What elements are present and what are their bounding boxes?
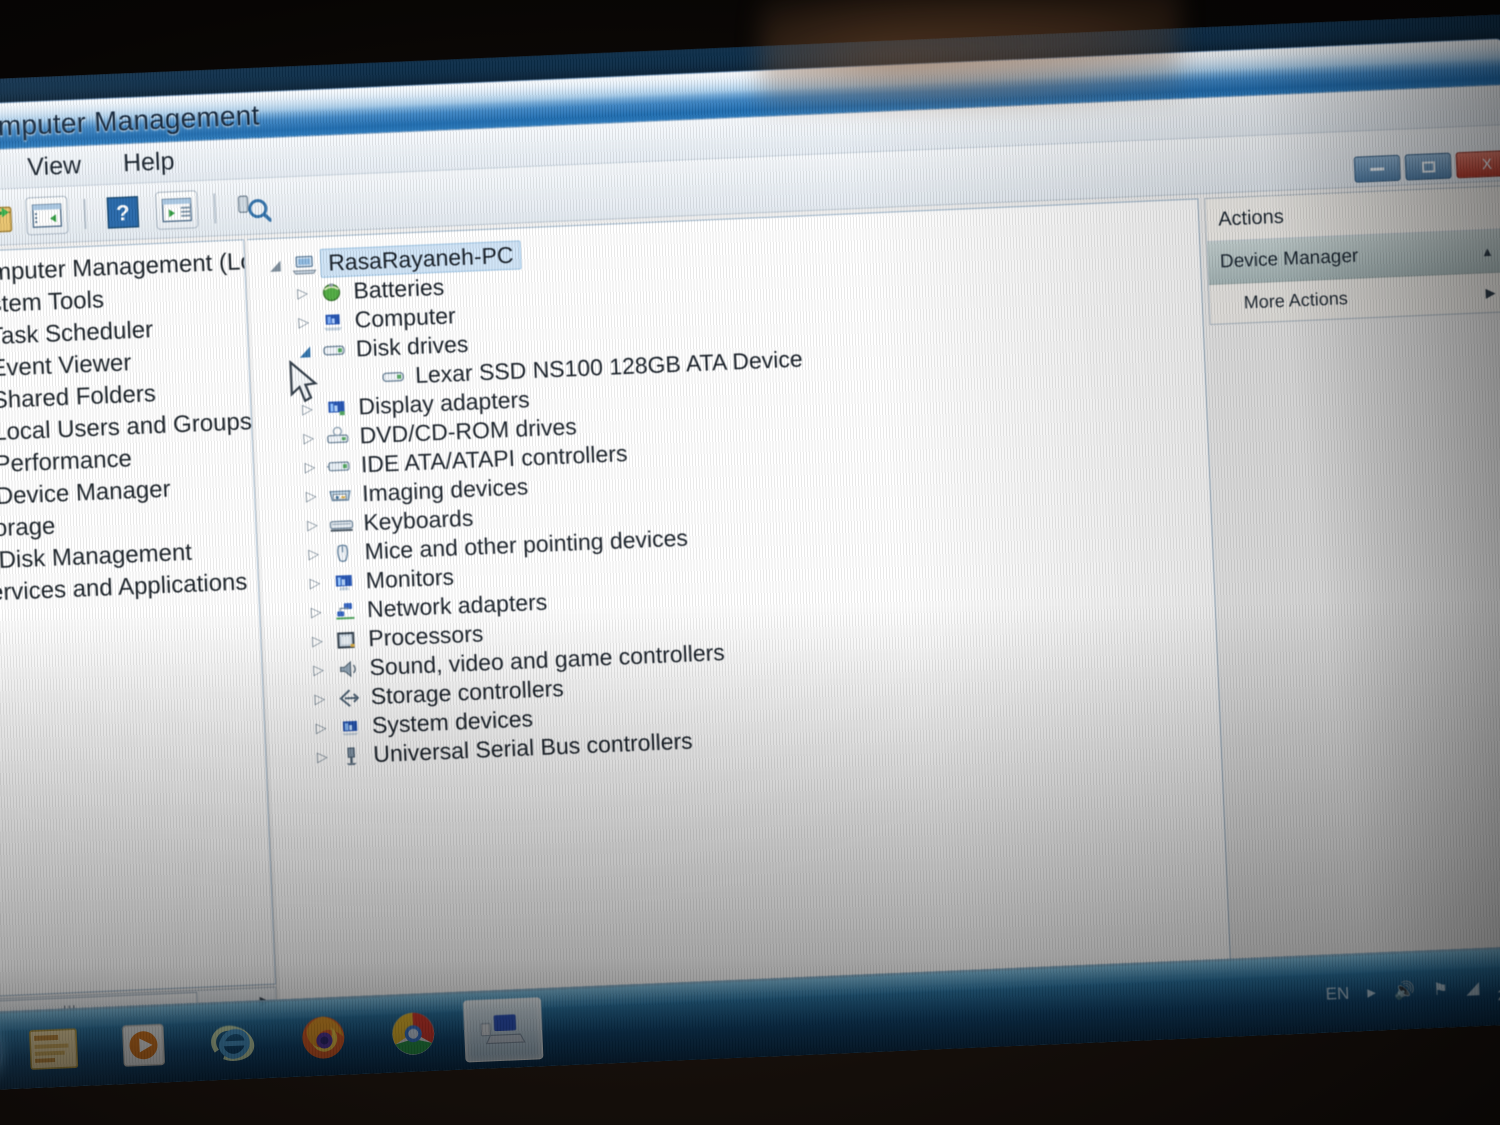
console-tree-item-label: Storage bbox=[0, 512, 56, 544]
console-tree-item-label: System Tools bbox=[0, 286, 105, 320]
minimize-button[interactable] bbox=[1353, 154, 1401, 183]
console-tree-item-label: Performance bbox=[0, 445, 133, 479]
tray-network-icon[interactable]: ◢ bbox=[1466, 978, 1480, 999]
taskbar-computer-management[interactable] bbox=[462, 997, 544, 1063]
show-hide-console-tree-icon[interactable] bbox=[23, 193, 71, 237]
expander-icon[interactable]: ◢ bbox=[292, 342, 319, 360]
taskbar-firefox[interactable] bbox=[283, 1005, 364, 1070]
menu-view[interactable]: View bbox=[21, 149, 88, 185]
device-tree-item-label: Disk drives bbox=[355, 330, 469, 362]
menu-help[interactable]: Help bbox=[116, 145, 181, 181]
mouse-cursor bbox=[288, 359, 324, 408]
console-tree-pane: Computer Management (LocalSystem Tools▷T… bbox=[0, 235, 280, 1034]
expander-icon[interactable]: ▷ bbox=[308, 719, 335, 737]
system-tray: EN ▸ 🔊 ⚑ ◢ 11:39 2019/... bbox=[1325, 966, 1500, 1014]
expander-icon[interactable]: ▷ bbox=[295, 429, 322, 447]
tray-show-hidden-icons[interactable]: ▸ bbox=[1367, 983, 1376, 1003]
usb-controller-icon bbox=[335, 743, 368, 768]
expander-icon[interactable] bbox=[351, 377, 377, 378]
display-adapter-icon bbox=[320, 395, 353, 420]
device-tree-item-label: Monitors bbox=[365, 563, 455, 594]
chevron-up-icon[interactable]: ▲ bbox=[1481, 243, 1495, 259]
actions-box: Actions Device Manager ▲ More Actions ▶ bbox=[1204, 185, 1500, 326]
tray-volume-icon[interactable]: 🔊 bbox=[1393, 981, 1415, 1002]
laptop-screen: omputer Management Action View Help bbox=[0, 13, 1500, 1093]
properties-icon[interactable] bbox=[153, 188, 201, 232]
keyboard-icon bbox=[325, 511, 358, 536]
console-tree[interactable]: Computer Management (LocalSystem Tools▷T… bbox=[0, 239, 277, 1000]
expander-icon[interactable]: ▷ bbox=[300, 545, 327, 563]
device-tree-item-label: Processors bbox=[367, 620, 484, 652]
start-orb[interactable] bbox=[0, 1014, 5, 1092]
network-adapter-icon bbox=[329, 598, 362, 623]
monitor-icon bbox=[327, 569, 360, 594]
expander-icon[interactable]: ▷ bbox=[290, 313, 317, 331]
ide-controller-icon bbox=[322, 453, 355, 478]
mouse-icon bbox=[326, 540, 359, 565]
taskbar-explorer[interactable] bbox=[13, 1016, 94, 1081]
maximize-button[interactable] bbox=[1404, 152, 1452, 181]
console-tree-item-label: Services and Applications bbox=[0, 568, 248, 608]
imaging-device-icon bbox=[324, 482, 357, 507]
expander-icon[interactable]: ▷ bbox=[302, 574, 329, 592]
taskbar-chrome[interactable] bbox=[373, 1001, 454, 1066]
disk-drive-icon bbox=[317, 337, 350, 362]
svg-text:?: ? bbox=[116, 200, 131, 226]
device-tree-item-label: Computer bbox=[354, 302, 457, 333]
expander-icon[interactable]: ◢ bbox=[262, 256, 289, 274]
photograph-of-screen: omputer Management Action View Help bbox=[0, 0, 1500, 1125]
actions-item-label: More Actions bbox=[1243, 288, 1349, 313]
expander-icon[interactable]: ▷ bbox=[299, 516, 326, 534]
up-folder-icon[interactable] bbox=[0, 195, 17, 239]
actions-group-label: Device Manager bbox=[1219, 245, 1359, 273]
computer-management-window: omputer Management Action View Help bbox=[0, 38, 1500, 1035]
expander-icon[interactable]: ▷ bbox=[304, 632, 331, 650]
tray-action-center-icon[interactable]: ⚑ bbox=[1433, 979, 1449, 1000]
disk-drive-icon bbox=[377, 364, 410, 389]
computer-icon bbox=[288, 252, 321, 277]
dvd-drive-icon bbox=[321, 424, 354, 449]
console-tree-item-label: Event Viewer bbox=[0, 349, 132, 383]
toolbar-separator-2 bbox=[83, 198, 87, 229]
expander-icon[interactable]: ▷ bbox=[309, 748, 336, 766]
expander-icon[interactable]: ▷ bbox=[305, 661, 332, 679]
tray-clock[interactable]: 11:39 2019/... bbox=[1496, 966, 1500, 1006]
window-body: Computer Management (LocalSystem Tools▷T… bbox=[0, 181, 1500, 1034]
help-icon[interactable]: ? bbox=[99, 190, 147, 234]
expander-icon[interactable]: ▷ bbox=[298, 487, 325, 505]
expander-icon[interactable]: ▷ bbox=[297, 458, 324, 476]
scan-hardware-changes-icon[interactable] bbox=[229, 184, 277, 228]
taskbar-media-player[interactable] bbox=[103, 1013, 184, 1078]
close-button[interactable]: X bbox=[1455, 149, 1500, 179]
tray-language-indicator[interactable]: EN bbox=[1325, 984, 1349, 1005]
expander-icon[interactable]: ▷ bbox=[289, 284, 316, 302]
toolbar-separator-3 bbox=[213, 192, 217, 223]
battery-icon bbox=[315, 279, 348, 304]
device-manager-pane[interactable]: ◢ RasaRayaneh-PC ▷ Batteries ▷ Computer ◢ Disk … bbox=[247, 198, 1232, 1015]
expander-icon[interactable]: ▷ bbox=[303, 603, 330, 621]
storage-controller-icon bbox=[332, 685, 365, 710]
expander-icon[interactable]: ▷ bbox=[307, 690, 334, 708]
device-tree-item-label: Keyboards bbox=[362, 504, 474, 536]
device-tree-item-label: Batteries bbox=[352, 273, 445, 304]
taskbar-internet-explorer[interactable] bbox=[193, 1009, 274, 1074]
actions-pane: Actions Device Manager ▲ More Actions ▶ bbox=[1204, 185, 1500, 973]
chevron-right-icon[interactable]: ▶ bbox=[1485, 284, 1496, 300]
processor-icon bbox=[330, 627, 363, 652]
sound-icon bbox=[331, 656, 364, 681]
computer-node-icon bbox=[316, 308, 349, 333]
system-device-icon bbox=[334, 714, 367, 739]
